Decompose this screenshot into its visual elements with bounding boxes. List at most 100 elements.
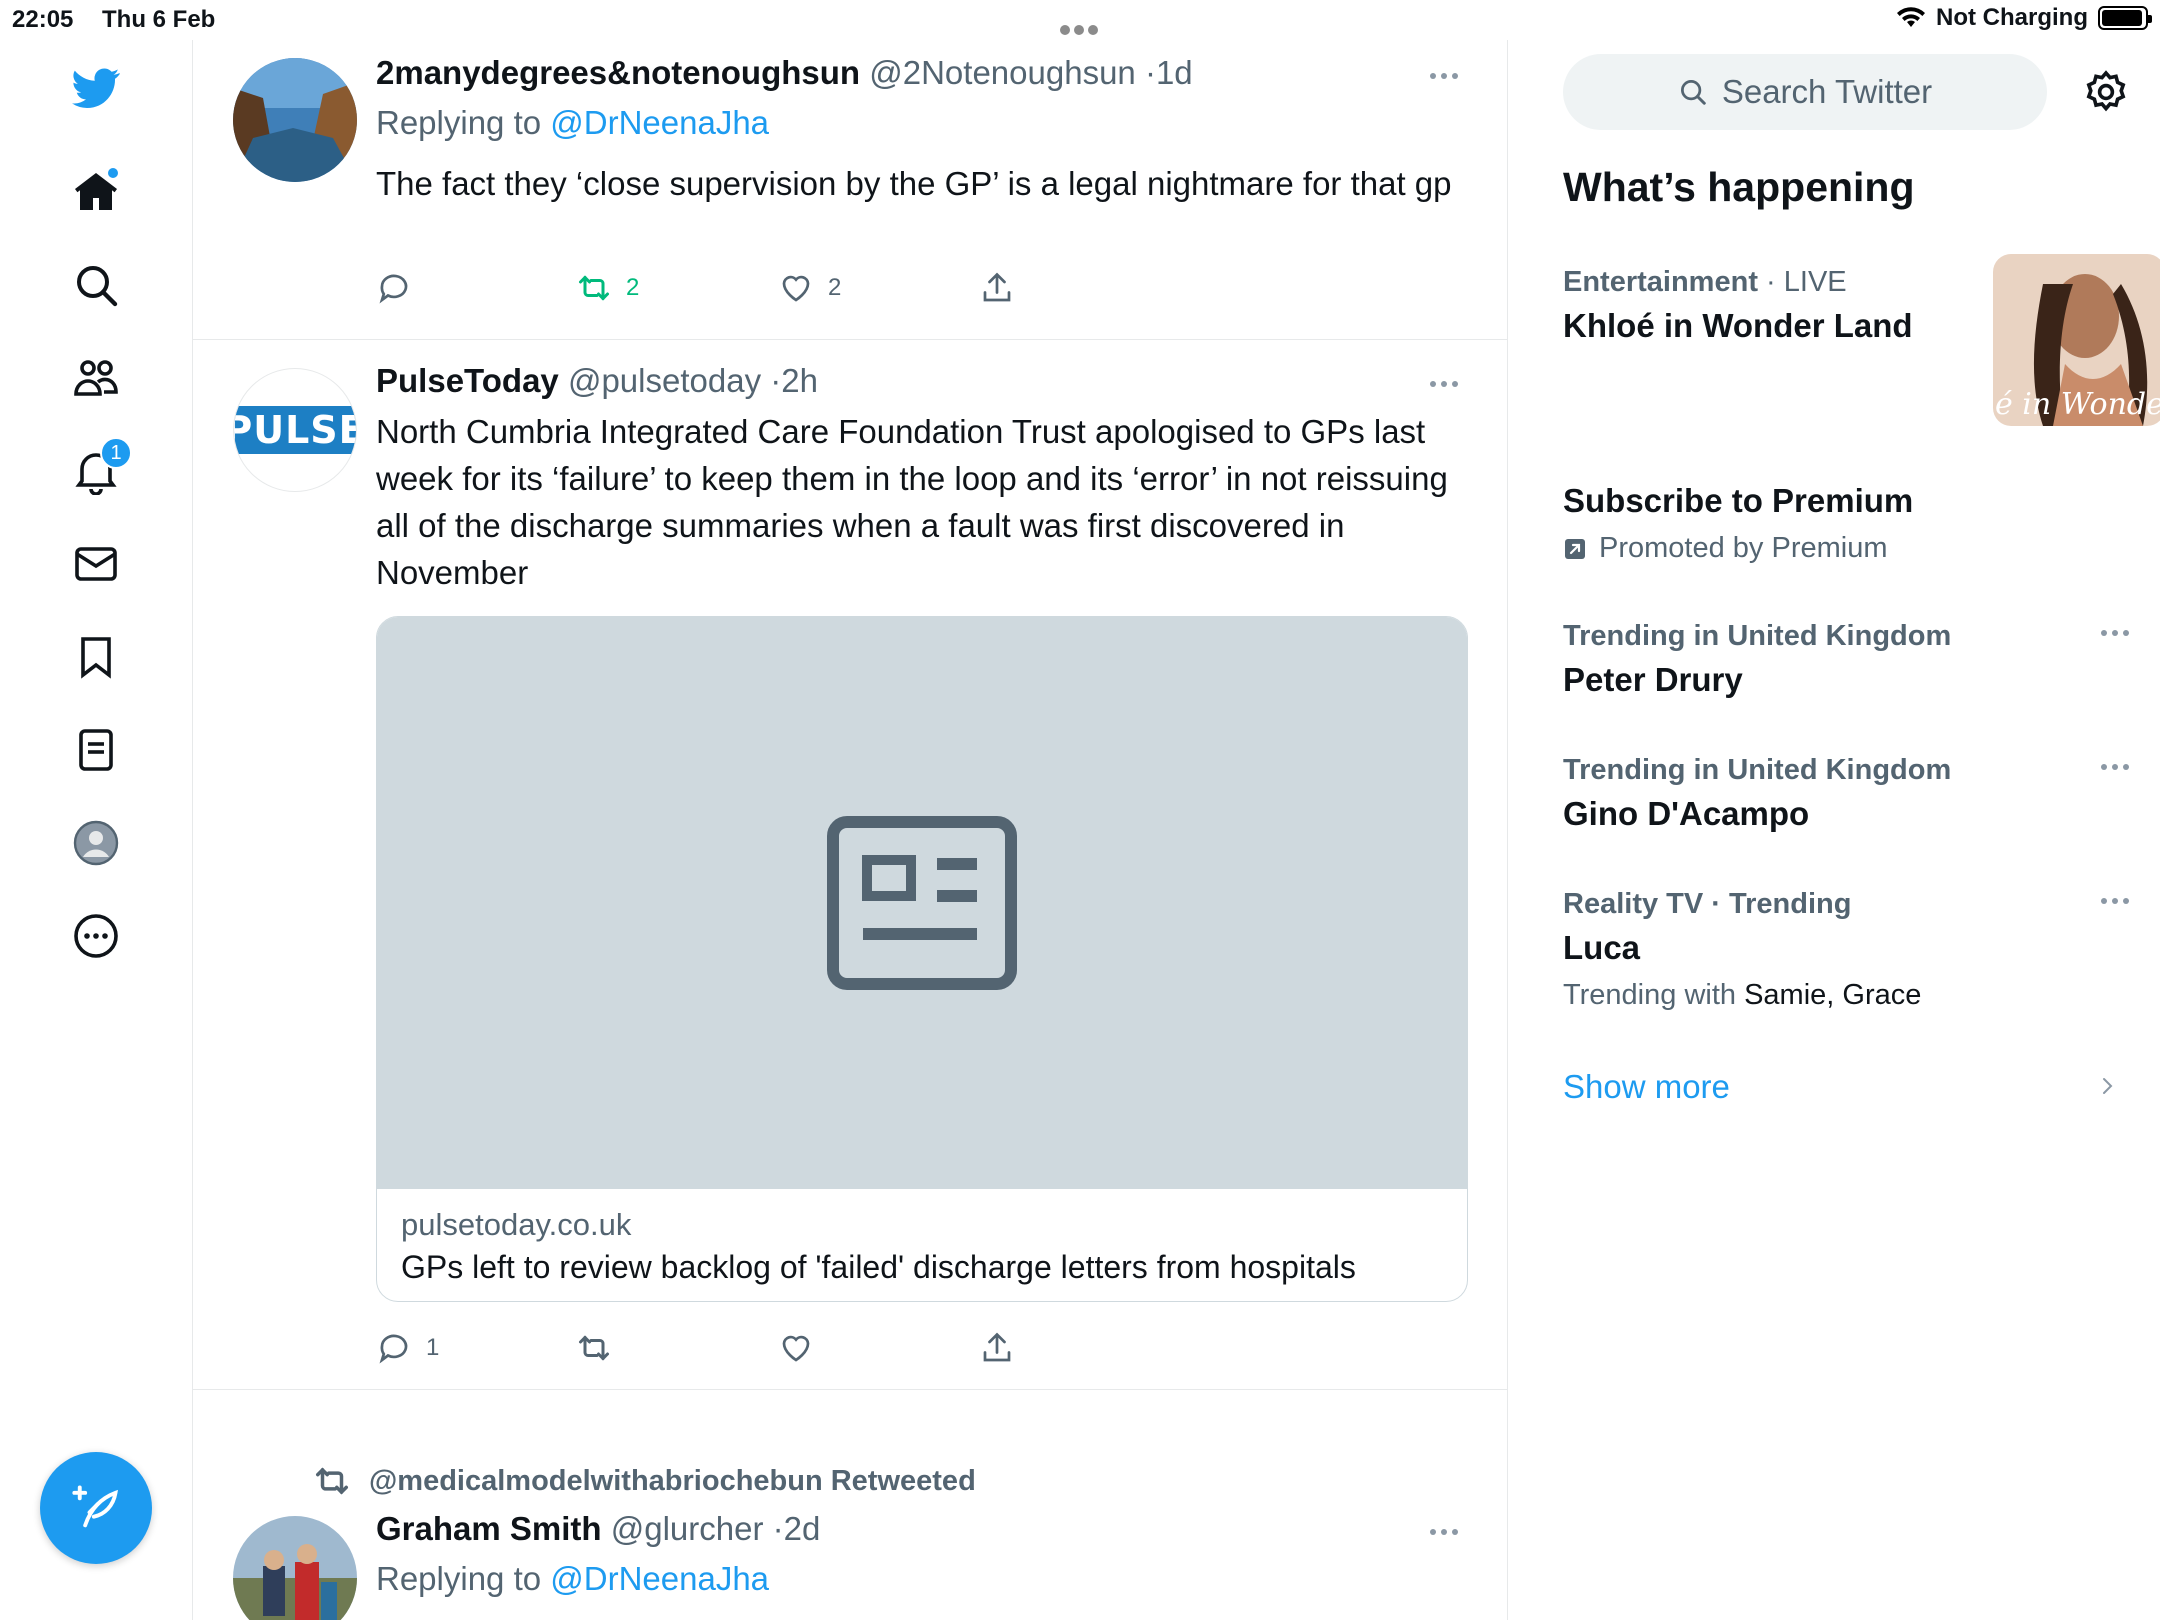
trend-category: Trending in United Kingdom [1563, 620, 1952, 652]
trend-separator: · [1757, 266, 1784, 298]
trend-item[interactable]: Reality TV · Trending Luca Trending with… [1563, 888, 2129, 1012]
tweet-text: PAs are intended to replace consultants … [376, 1612, 1466, 1620]
tweet-author-handle[interactable]: @glurcher [611, 1510, 764, 1547]
trend-more-button[interactable] [2101, 898, 2129, 904]
promoted-label: Promoted by Premium [1599, 532, 1888, 564]
more-icon[interactable] [70, 910, 122, 962]
tweet-author-name[interactable]: Graham Smith [376, 1510, 602, 1547]
gear-icon [2086, 70, 2126, 112]
retweet-icon [579, 1335, 609, 1361]
trend-item[interactable]: Entertainment · LIVE Khloé in Wonder Lan… [1563, 254, 2160, 426]
tweet-item[interactable]: 2manydegrees&notenoughsun @2Notenoughsun… [193, 40, 1507, 340]
tweet-author-name[interactable]: PulseToday [376, 362, 559, 399]
link-card[interactable]: pulsetoday.co.uk GPs left to review back… [376, 616, 1468, 1302]
link-card-title: GPs left to review backlog of 'failed' d… [401, 1249, 1356, 1285]
reply-count: 1 [426, 1334, 440, 1361]
retweet-button[interactable] [576, 1330, 612, 1366]
link-card-domain: pulsetoday.co.uk [401, 1207, 632, 1242]
compose-tweet-button[interactable] [40, 1452, 152, 1564]
share-button[interactable] [979, 1330, 1015, 1366]
tweet-time[interactable]: 2h [781, 362, 818, 399]
status-time: 22:05 [12, 6, 74, 33]
avatar[interactable] [233, 1516, 357, 1620]
charging-status: Not Charging [1936, 4, 2088, 31]
notifications-badge: 1 [100, 437, 132, 469]
trend-category: Entertainment [1563, 266, 1758, 298]
heart-icon [782, 275, 810, 302]
settings-button[interactable] [2082, 68, 2130, 116]
trend-with-prefix: Trending with [1563, 979, 1745, 1011]
tweet-author-name[interactable]: 2manydegrees&notenoughsun [376, 54, 860, 91]
trend-thumbnail: é in Wonder L [1993, 254, 2160, 426]
tweet-item[interactable]: PULSE PulseToday @pulsetoday ·2h North C… [193, 340, 1507, 1390]
replying-to-prefix: Replying to [376, 1560, 551, 1597]
replying-to-prefix: Replying to [376, 104, 551, 141]
search-icon[interactable] [70, 259, 122, 311]
share-icon [983, 272, 1011, 302]
tweet-author-handle[interactable]: @pulsetoday [568, 362, 761, 399]
tweet-author-handle[interactable]: @2Notenoughsun [869, 54, 1136, 91]
reply-button[interactable] [376, 270, 412, 306]
tweet-more-button[interactable] [1430, 1526, 1466, 1538]
trend-separator: · [1703, 888, 1729, 920]
tweet-time[interactable]: 2d [784, 1510, 821, 1547]
whats-happening-title: What’s happening [1563, 164, 1915, 210]
home-timeline: 2manydegrees&notenoughsun @2Notenoughsun… [193, 40, 1508, 1620]
tweet-more-button[interactable] [1430, 70, 1466, 82]
tweet-separator: · [1144, 54, 1156, 91]
search-input[interactable]: Search Twitter [1563, 54, 2047, 130]
search-icon [1680, 80, 1706, 105]
retweeted-by-text[interactable]: @medicalmodelwithabriochebun Retweeted [369, 1465, 976, 1498]
home-icon[interactable] [70, 166, 122, 218]
promoted-item[interactable]: Subscribe to Premium Promoted by Premium [1563, 482, 2123, 565]
replying-to-handle[interactable]: @DrNeenaJha [550, 1560, 769, 1597]
trend-category: Reality TV [1563, 888, 1704, 920]
tweet-text: The fact they ‘close supervision by the … [376, 165, 1452, 202]
trend-category: Trending in United Kingdom [1563, 754, 1952, 786]
replying-to-handle[interactable]: @DrNeenaJha [550, 104, 769, 141]
like-button[interactable] [778, 1330, 814, 1366]
trend-item[interactable]: Trending in United Kingdom Gino D'Acampo [1563, 754, 2129, 833]
show-more-link[interactable]: Show more [1563, 1068, 1730, 1106]
bookmarks-icon[interactable] [70, 631, 122, 683]
tweet-separator: · [770, 362, 782, 399]
search-placeholder: Search Twitter [1721, 73, 1933, 110]
tweet-text: North Cumbria Integrated Care Foundation… [376, 413, 1448, 591]
share-button[interactable] [979, 270, 1015, 306]
home-unread-dot [106, 166, 120, 180]
like-button[interactable]: 2 [778, 270, 841, 306]
profile-icon[interactable] [70, 817, 122, 869]
avatar[interactable] [233, 58, 357, 182]
tweet-item[interactable]: @medicalmodelwithabriochebun Retweeted G… [193, 1390, 1507, 1620]
chevron-right-icon [2103, 1078, 2113, 1094]
twitter-bird-icon[interactable] [70, 62, 122, 114]
communities-icon[interactable] [70, 352, 122, 404]
trend-with-names: Samie, Grace [1744, 979, 1922, 1011]
left-navigation: 1 [0, 40, 193, 1620]
trend-extra: Trending [1729, 888, 1852, 920]
share-icon [983, 1332, 1011, 1362]
compose-feather-icon [72, 1485, 118, 1528]
trend-title: Gino D'Acampo [1563, 795, 1810, 832]
notifications-icon[interactable]: 1 [70, 437, 132, 497]
tweet-time[interactable]: 1d [1156, 54, 1193, 91]
multitasking-grabber[interactable] [1060, 14, 1104, 35]
messages-icon[interactable] [70, 538, 122, 590]
trend-more-button[interactable] [2101, 630, 2129, 636]
retweet-button[interactable]: 2 [576, 270, 639, 306]
like-count: 2 [828, 274, 842, 301]
trend-more-button[interactable] [2101, 764, 2129, 770]
promoted-icon [1565, 538, 1585, 559]
tweet-actions: 2 2 [376, 270, 1076, 310]
battery-icon [2098, 6, 2152, 30]
reply-button[interactable]: 1 [376, 1330, 439, 1366]
replying-to-line: Replying to @DrNeenaJha [376, 1560, 769, 1598]
status-date: Thu 6 Feb [102, 6, 216, 33]
trend-item[interactable]: Trending in United Kingdom Peter Drury [1563, 620, 2129, 699]
reply-icon [379, 1334, 408, 1364]
lists-icon[interactable] [70, 724, 122, 776]
tweet-separator: · [772, 1510, 784, 1547]
avatar[interactable]: PULSE [233, 368, 357, 492]
trend-live-label: LIVE [1783, 266, 1847, 298]
tweet-more-button[interactable] [1430, 378, 1466, 390]
